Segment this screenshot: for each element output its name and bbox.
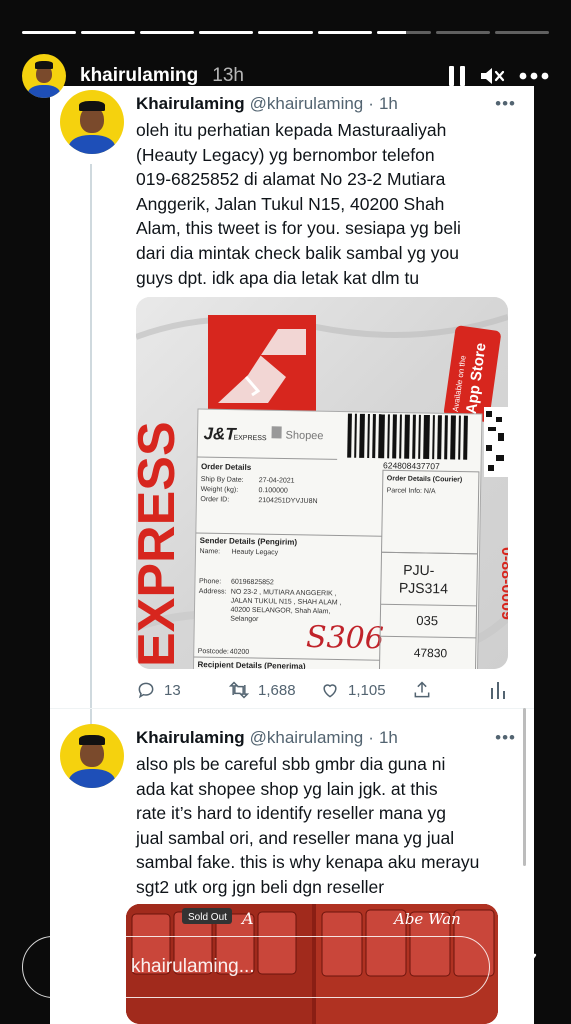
heart-icon <box>323 684 337 698</box>
express-print: EXPRESS <box>136 421 186 667</box>
story-username[interactable]: khairulaming <box>80 65 198 87</box>
svg-text:Address:: Address: <box>199 588 227 595</box>
scroll-indicator <box>523 708 526 866</box>
like-action[interactable]: 1,105 <box>320 680 412 700</box>
story-progress-segment <box>258 31 313 34</box>
reply-action[interactable]: 13 <box>136 680 228 700</box>
retweet-count: 1,688 <box>258 681 296 699</box>
svg-text:Weight (kg):: Weight (kg): <box>201 486 239 494</box>
share-action[interactable] <box>412 680 482 700</box>
reply-bar <box>22 936 490 998</box>
story-controls <box>449 65 549 87</box>
svg-text:27-04-2021: 27-04-2021 <box>259 477 295 485</box>
tweet-separator: · <box>368 728 374 747</box>
svg-text:2104251DYVJU8N: 2104251DYVJU8N <box>258 497 317 505</box>
tweet-body: Khairulaming @khairulaming · 1h ••• oleh… <box>136 90 516 290</box>
svg-text:Heauty Legacy: Heauty Legacy <box>231 549 278 557</box>
reply-count: 13 <box>164 681 181 699</box>
story-progress-segment <box>376 31 431 34</box>
reply-input[interactable] <box>56 956 476 978</box>
reply-icon <box>138 682 154 699</box>
svg-text:PJU-: PJU- <box>403 562 435 579</box>
svg-text:Ship By Date:: Ship By Date: <box>201 476 244 484</box>
svg-text:Selangor: Selangor <box>230 616 259 623</box>
svg-text:0.100000: 0.100000 <box>259 487 288 495</box>
story-progress-segment <box>140 31 195 34</box>
svg-text:Parcel Info: N/A: Parcel Info: N/A <box>387 487 436 495</box>
story-progress-segment <box>435 31 490 34</box>
tweet-divider <box>50 708 534 709</box>
svg-text:Postcode:: Postcode: <box>198 648 229 656</box>
svg-text:624808437707: 624808437707 <box>383 460 440 471</box>
tweet-body: Khairulaming @khairulaming · 1h ••• also… <box>136 724 516 900</box>
speaker-muted-icon[interactable] <box>479 65 505 87</box>
tweet-author-handle: @khairulaming <box>249 728 364 747</box>
svg-text:PJS314: PJS314 <box>399 580 449 597</box>
story-time: 13h <box>212 65 244 86</box>
tweet-time: 1h <box>378 728 398 747</box>
story-progress-segment <box>317 31 372 34</box>
svg-text:035: 035 <box>416 613 438 628</box>
tweet-text: also pls be careful sbb gmbr dia guna ni… <box>136 754 480 897</box>
svg-text:Name:: Name: <box>199 548 220 555</box>
tweet-header: Khairulaming @khairulaming · 1h <box>136 724 516 752</box>
svg-text:A: A <box>240 909 254 928</box>
send-icon[interactable] <box>502 949 538 985</box>
svg-text:Sender Details (Pengirim): Sender Details (Pengirim) <box>200 536 298 547</box>
tweet-1: Khairulaming @khairulaming · 1h ••• oleh… <box>60 90 516 710</box>
story-avatar[interactable] <box>22 54 66 98</box>
tweet-screenshot: Khairulaming @khairulaming · 1h ••• oleh… <box>50 86 534 1024</box>
share-icon <box>414 681 430 698</box>
story-viewer: Khairulaming @khairulaming · 1h ••• oleh… <box>0 0 571 1024</box>
svg-text:Sold Out: Sold Out <box>188 912 227 923</box>
story-progress-segment <box>22 31 77 34</box>
retweet-action[interactable]: 1,688 <box>228 680 320 700</box>
svg-text:60196825852: 60196825852 <box>231 579 274 587</box>
svg-text:Order Details (Courier): Order Details (Courier) <box>387 475 463 483</box>
story-progress-segment <box>494 31 549 34</box>
tweet-avatar <box>60 724 124 788</box>
analytics-action[interactable] <box>490 680 506 700</box>
tweet-author-name: Khairulaming <box>136 728 245 747</box>
tweet-more-icon: ••• <box>495 728 516 747</box>
tweet-text: oleh itu perhatian kepada Masturaaliyah … <box>136 120 461 288</box>
pause-icon[interactable] <box>449 66 465 86</box>
svg-text:0-88-0009: 0-88-0009 <box>498 547 508 620</box>
svg-text:S306: S306 <box>306 620 384 656</box>
svg-text:40200: 40200 <box>230 649 250 656</box>
svg-text:Abe Wan: Abe Wan <box>392 910 461 928</box>
svg-text:J&T: J&T <box>203 424 237 444</box>
svg-text:Recipient Details (Penerima): Recipient Details (Penerima) <box>197 660 306 669</box>
analytics-icon <box>491 682 505 699</box>
svg-text:Phone:: Phone: <box>199 578 221 585</box>
svg-text:Order Details: Order Details <box>201 462 252 472</box>
svg-text:Shopee: Shopee <box>285 430 323 443</box>
svg-text:Order ID:: Order ID: <box>200 496 229 504</box>
tweet-actions: 13 1,688 1,105 <box>136 678 508 702</box>
story-progress <box>22 31 549 34</box>
parcel-photo: EXPRESS Available on the App Store 0-88-… <box>136 297 508 669</box>
story-header: khairulaming 13h <box>22 52 549 100</box>
retweet-icon <box>228 681 250 699</box>
more-horizontal-icon[interactable] <box>519 72 549 80</box>
svg-text:EXPRESS: EXPRESS <box>233 435 267 443</box>
svg-text:47830: 47830 <box>414 646 448 661</box>
like-count: 1,105 <box>348 681 386 699</box>
story-progress-segment <box>81 31 136 34</box>
story-progress-segment <box>199 31 254 34</box>
